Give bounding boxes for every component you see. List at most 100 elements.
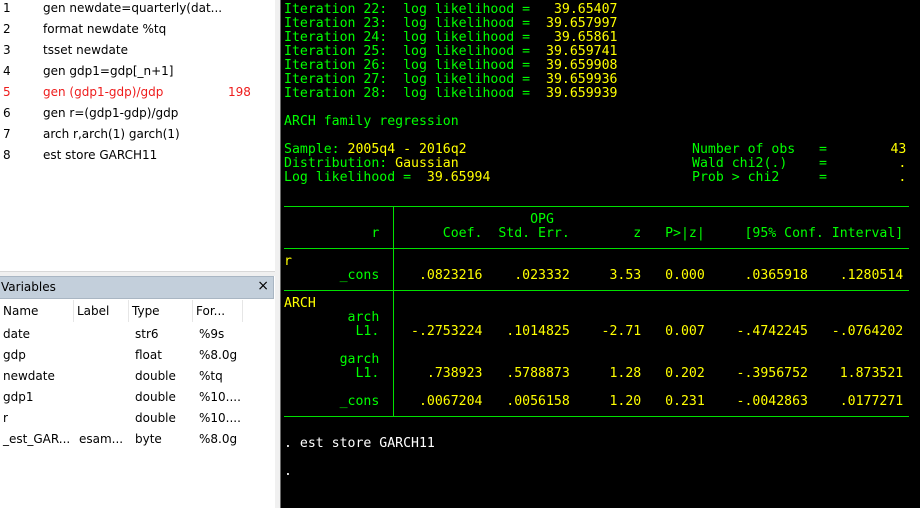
cell-value: 1.873521 xyxy=(839,366,904,381)
summary-value: 39.65994 xyxy=(426,170,491,185)
review-panel: 1 gen newdate=quarterly(dat... 2 format new… xyxy=(0,0,275,272)
var-type: double xyxy=(135,369,176,383)
review-item[interactable]: 8 est store GARCH11 xyxy=(0,145,275,166)
column-header-name[interactable]: Name xyxy=(0,300,74,322)
table-header-line: r Coef. Std. Err. z P>|z| [95% Conf. Interval… xyxy=(284,227,903,241)
review-item-number: 7 xyxy=(3,127,11,141)
review-item[interactable]: 3 tsset newdate xyxy=(0,40,275,61)
variables-title: Variables xyxy=(1,280,56,294)
cell-value: .0365918 xyxy=(744,268,808,283)
variable-row[interactable]: newdate double %tq xyxy=(0,366,275,387)
cell-value: 1.20 xyxy=(609,394,642,409)
table-row: L1. -.2753224 .1014825 -2.71 0.007 -.4742245 -… xyxy=(284,325,903,339)
table-rule xyxy=(284,290,909,291)
review-item[interactable]: 2 format newdate %tq xyxy=(0,19,275,40)
review-item-number: 8 xyxy=(3,148,11,162)
cell-value: .1014825 xyxy=(506,324,570,339)
cell-value: .1280514 xyxy=(839,268,904,283)
review-item-command: format newdate %tq xyxy=(43,22,167,36)
output-title: ARCH family regression xyxy=(284,115,459,129)
summary-stat: Prob > chi2 =. xyxy=(692,171,906,185)
column-header-label[interactable]: Label xyxy=(74,300,129,322)
cell-value: .0823216 xyxy=(418,268,483,283)
cell-value: 0.202 xyxy=(665,366,705,381)
iteration-label: Iteration 26: log likelihood = xyxy=(284,58,539,73)
row-label: L1. xyxy=(355,366,380,381)
review-item[interactable]: 4 gen gdp1=gdp[_n+1] xyxy=(0,61,275,82)
review-item[interactable]: 5 gen (gdp1-gdp)/gdp 198 xyxy=(0,82,275,103)
column-header: P>|z| xyxy=(665,226,705,241)
iteration-value: 39.657997 xyxy=(538,16,618,31)
results-console[interactable]: Iteration 22: log likelihood = 39.65407 I… xyxy=(280,0,920,508)
variables-panel: Variables × Name Label Type For... date s… xyxy=(0,276,275,508)
variable-row[interactable]: _est_GAR... esam... byte %8.0g xyxy=(0,429,275,450)
var-name: gdp1 xyxy=(3,390,34,404)
row-label: _cons xyxy=(339,394,380,409)
var-type: double xyxy=(135,411,176,425)
cell-value: -.0764202 xyxy=(831,324,904,339)
cell-value: .5788873 xyxy=(506,366,570,381)
variable-row[interactable]: r double %10.... xyxy=(0,408,275,429)
review-item[interactable]: 7 arch r,arch(1) garch(1) xyxy=(0,124,275,145)
variable-row[interactable]: gdp1 double %10.... xyxy=(0,387,275,408)
var-format: %8.0g xyxy=(199,348,238,362)
summary-stat: Number of obs = 43 xyxy=(692,143,906,157)
iteration-value: 39.659908 xyxy=(538,58,618,73)
cell-value: 0.231 xyxy=(665,394,705,409)
review-item-number: 2 xyxy=(3,22,11,36)
review-item-number: 6 xyxy=(3,106,11,120)
iteration-value: 39.659741 xyxy=(538,44,618,59)
table-rule xyxy=(284,416,909,417)
iteration-line: Iteration 28: log likelihood = 39.659939 xyxy=(284,87,617,101)
review-item-command: tsset newdate xyxy=(43,43,128,57)
close-icon[interactable]: × xyxy=(257,278,269,294)
prompt: . xyxy=(284,464,292,479)
summary-line: Sample: 2005q4 - 2016q2 xyxy=(284,143,467,157)
row-label: arch xyxy=(347,310,380,325)
summary-value: Gaussian xyxy=(395,156,459,171)
equation-line: r xyxy=(284,255,292,269)
table-row: arch xyxy=(284,311,395,325)
regression-title: ARCH family regression xyxy=(284,114,459,129)
review-item-command: est store GARCH11 xyxy=(43,148,158,162)
var-type: str6 xyxy=(135,327,159,341)
cell-value: -.4742245 xyxy=(736,324,808,339)
var-type: double xyxy=(135,390,176,404)
stat-label: Prob > chi2 xyxy=(692,170,780,185)
equals-sign: = xyxy=(819,170,827,185)
iteration-line: Iteration 26: log likelihood = 39.659908 xyxy=(284,59,617,73)
var-format: %tq xyxy=(199,369,223,383)
iteration-value: 39.659939 xyxy=(538,86,618,101)
iteration-value: 39.659936 xyxy=(538,72,618,87)
cell-value: -.0042863 xyxy=(736,394,808,409)
summary-label: Sample: xyxy=(284,142,348,157)
review-item[interactable]: 6 gen r=(gdp1-gdp)/gdp xyxy=(0,103,275,124)
cell-value: .738923 xyxy=(426,366,483,381)
iteration-line: Iteration 27: log likelihood = 39.659936 xyxy=(284,73,617,87)
variable-row[interactable]: gdp float %8.0g xyxy=(0,345,275,366)
row-label: L1. xyxy=(355,324,380,339)
review-item[interactable]: 1 gen newdate=quarterly(dat... xyxy=(0,0,275,19)
summary-value: 2005q4 - 2016q2 xyxy=(347,142,467,157)
table-row: _cons .0823216 .023332 3.53 0.000 .0365918 .12… xyxy=(284,268,904,283)
equation-line: ARCH xyxy=(284,297,316,311)
iteration-line: Iteration 23: log likelihood = 39.657997 xyxy=(284,17,617,31)
variable-row[interactable]: date str6 %9s xyxy=(0,324,275,345)
variables-title-bar: Variables × xyxy=(0,276,274,299)
iteration-value: 39.65861 xyxy=(538,30,618,45)
review-item-number: 5 xyxy=(3,85,11,99)
summary-line: Log likelihood = 39.65994 xyxy=(284,171,490,185)
review-item-number: 4 xyxy=(3,64,11,78)
row-label: _cons xyxy=(339,268,380,283)
stat-value: 43 xyxy=(890,142,907,157)
cell-value: 0.007 xyxy=(665,324,705,339)
var-format: %10.... xyxy=(199,411,241,425)
column-header-format[interactable]: For... xyxy=(193,300,243,322)
iteration-line: Iteration 24: log likelihood = 39.65861 xyxy=(284,31,617,45)
review-item-command: gen (gdp1-gdp)/gdp xyxy=(43,85,164,99)
column-header: Std. Err. xyxy=(498,226,570,241)
iteration-line: Iteration 25: log likelihood = 39.659741 xyxy=(284,45,617,59)
column-header-type[interactable]: Type xyxy=(129,300,193,322)
stat-label: Wald chi2(.) xyxy=(692,156,788,171)
iteration-value: 39.65407 xyxy=(538,2,618,17)
